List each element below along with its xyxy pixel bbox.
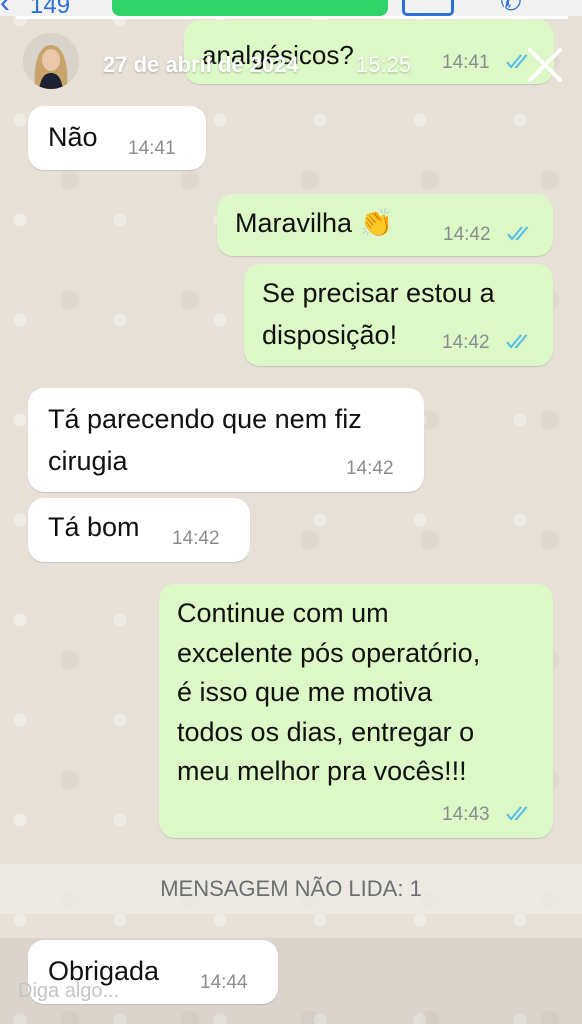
back-icon[interactable]: ‹ [0,0,10,16]
message-bubble-outgoing: Continue com um excelente pós operatório… [159,584,553,838]
message-bubble-incoming: Tá parecendo que nem fiz cirugia 14:42 [28,388,424,492]
message-time: 14:41 [128,138,176,159]
avatar[interactable] [23,33,79,89]
story-progress-fill [16,16,568,19]
video-call-icon[interactable] [402,0,454,16]
redaction-bar [112,0,388,16]
unread-count: 149 [30,0,71,16]
message-time: 14:42 [346,458,394,479]
message-time: 14:42 [172,528,220,549]
close-icon[interactable] [524,44,566,86]
message-time: 14:41 [442,52,490,73]
story-reply-input[interactable] [16,972,220,1010]
story-progress-bar [16,16,568,19]
message-time: 14:43 [442,804,490,825]
message-text: Continue com um excelente pós operatório… [177,598,481,786]
message-time: 14:42 [442,332,490,353]
unread-messages-banner: MENSAGEM NÃO LIDA: 1 [0,864,582,914]
message-text: Tá parecendo que nem fiz cirugia [48,404,362,476]
story-time: 15:25 [356,52,412,77]
message-bubble-outgoing: Se precisar estou a disposição! 14:42 [244,264,553,366]
story-date: 27 de abril de 2024 [103,52,299,77]
message-text: Não [48,122,98,152]
message-text: Maravilha 👏 [235,208,394,238]
message-text: Tá bom [48,512,140,542]
chat-header: ‹ 149 ✆ [0,0,582,16]
message-bubble-incoming: Não 14:41 [28,106,206,170]
read-receipt-icon [507,226,529,241]
read-receipt-icon [506,334,528,349]
message-bubble-outgoing: Maravilha 👏 14:42 [217,194,553,256]
read-receipt-icon [506,806,528,821]
message-time: 14:42 [443,224,491,245]
profile-photo [23,33,79,89]
voice-call-icon[interactable]: ✆ [500,0,522,16]
message-bubble-incoming: Tá bom 14:42 [28,498,250,562]
